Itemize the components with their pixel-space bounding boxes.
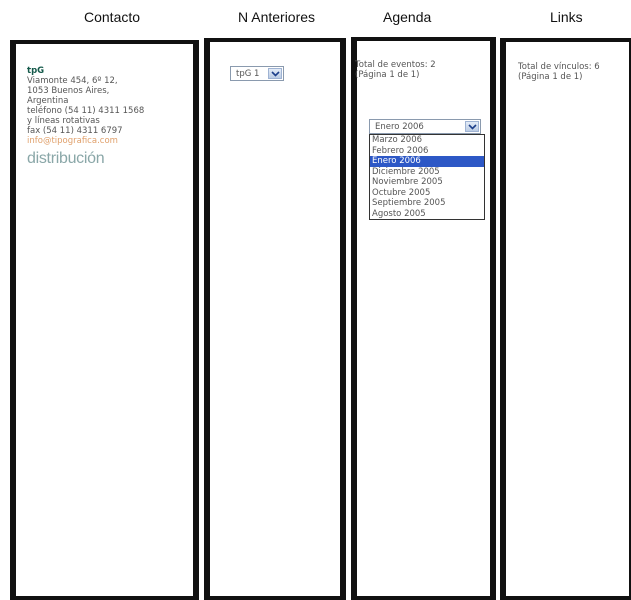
- month-option[interactable]: Marzo 2006: [370, 135, 484, 146]
- event-page: (Página 1 de 1): [355, 70, 420, 80]
- anteriores-panel: tpG 1: [204, 38, 346, 600]
- fax: fax (54 11) 4311 6797: [27, 126, 123, 136]
- header-contacto: Contacto: [84, 9, 141, 25]
- contact-panel: tpG Viamonte 454, 6º 12, 1053 Buenos Air…: [10, 40, 199, 600]
- distribution-link[interactable]: distribución: [27, 150, 144, 168]
- month-select-value: Enero 2006: [375, 122, 424, 132]
- links-summary: Total de vínculos: 6 (Página 1 de 1): [518, 62, 600, 82]
- country: Argentina: [27, 96, 69, 106]
- chevron-down-icon[interactable]: [268, 68, 282, 79]
- month-option[interactable]: Noviembre 2005: [370, 177, 484, 188]
- address-line1: Viamonte 454, 6º 12,: [27, 76, 118, 86]
- agenda-panel: Total de eventos: 2 (Página 1 de 1) Ener…: [351, 37, 496, 600]
- email-link[interactable]: info@tipografica.com: [27, 136, 144, 146]
- month-dropdown-list[interactable]: Marzo 2006 Febrero 2006 Enero 2006 Diciembr…: [369, 134, 485, 220]
- month-option[interactable]: Agosto 2005: [370, 209, 484, 220]
- event-total: Total de eventos: 2: [355, 60, 436, 70]
- links-page: (Página 1 de 1): [518, 72, 583, 82]
- links-panel: Total de vínculos: 6 (Página 1 de 1): [500, 38, 631, 600]
- header-anteriores: N Anteriores: [238, 9, 316, 25]
- header-links: Links: [550, 9, 583, 25]
- header-agenda: Agenda: [383, 9, 432, 25]
- month-option[interactable]: Diciembre 2005: [370, 167, 484, 178]
- issue-select[interactable]: tpG 1: [230, 66, 284, 81]
- month-option[interactable]: Octubre 2005: [370, 188, 484, 199]
- issue-select-value: tpG 1: [236, 69, 260, 79]
- address-line2: 1053 Buenos Aires,: [27, 86, 110, 96]
- contact-block: tpG Viamonte 454, 6º 12, 1053 Buenos Air…: [27, 66, 144, 168]
- links-total: Total de vínculos: 6: [518, 62, 600, 72]
- month-option[interactable]: Febrero 2006: [370, 146, 484, 157]
- chevron-down-icon[interactable]: [465, 121, 479, 132]
- month-option[interactable]: Septiembre 2005: [370, 198, 484, 209]
- brand-name: tpG: [27, 66, 45, 76]
- phone: teléfono (54 11) 4311 1568: [27, 106, 145, 116]
- phone-lines: y líneas rotativas: [27, 116, 100, 126]
- month-select[interactable]: Enero 2006: [369, 119, 481, 134]
- agenda-summary: Total de eventos: 2 (Página 1 de 1): [355, 60, 436, 80]
- month-option[interactable]: Enero 2006: [370, 156, 484, 167]
